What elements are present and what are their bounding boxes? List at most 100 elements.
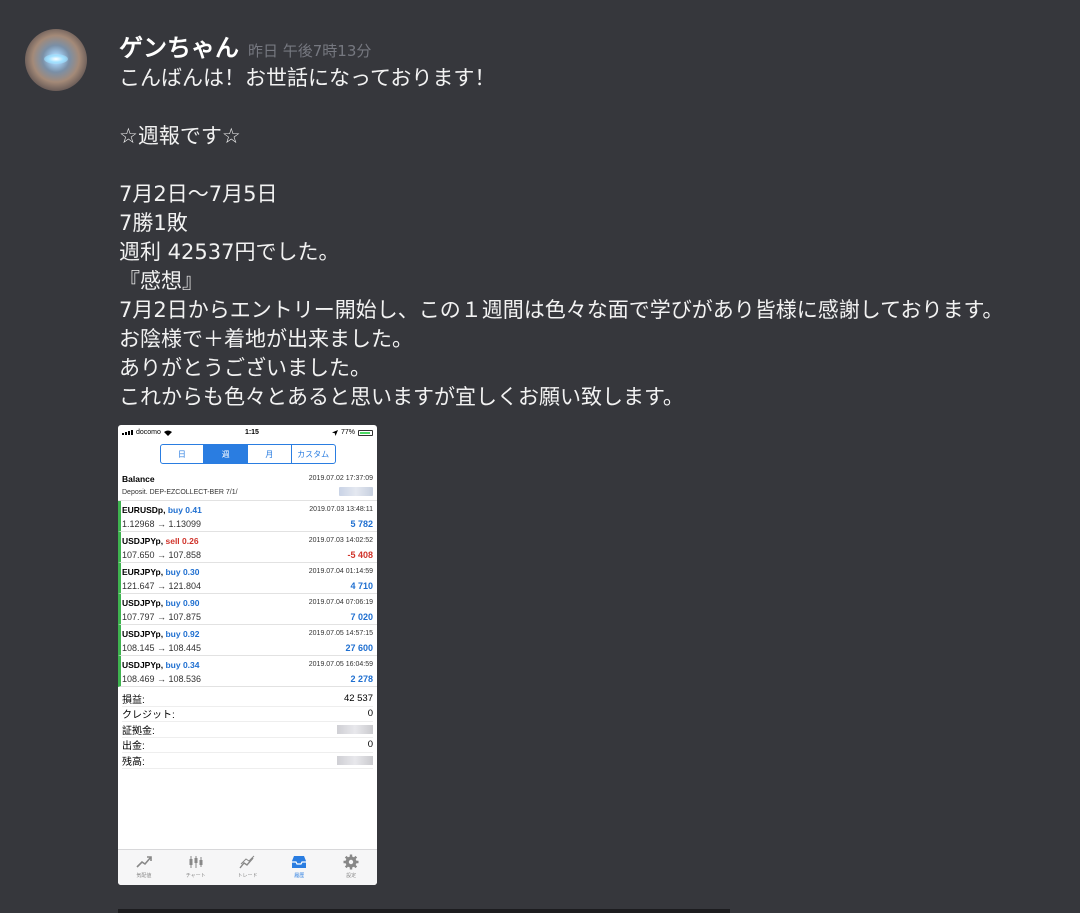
balance-row[interactable]: Balance Deposit. DEP-EZCOLLECT-BER 7/1/ … xyxy=(118,470,377,501)
trade-prices: 1.12968 → 1.13099 xyxy=(122,519,202,529)
trade-datetime: 2019.07.04 01:14:59 xyxy=(308,568,373,575)
trade-volume: buy 0.92 xyxy=(165,629,200,639)
trade-symbol: USDJPYp, xyxy=(122,598,164,608)
battery-icon xyxy=(358,429,373,436)
tab-chart-candles[interactable]: チャート xyxy=(170,850,222,885)
summary-label: 出金: xyxy=(122,741,145,753)
tab-label: 気配値 xyxy=(136,873,152,879)
tab-history-inbox[interactable]: 履歴 xyxy=(273,850,325,885)
trade-prices: 107.650 → 107.858 xyxy=(122,550,202,560)
username[interactable]: ゲンちゃん xyxy=(119,28,239,63)
trade-row[interactable]: USDJPYp, buy 0.92 108.145 → 108.445 2019.0… xyxy=(118,625,377,656)
summary-row: 証拠金: xyxy=(122,722,373,738)
trade-symbol: USDJPYp, xyxy=(122,629,164,639)
summary-row: 残高: xyxy=(122,753,373,769)
carrier-label: docomo xyxy=(136,429,161,436)
divider xyxy=(118,909,730,913)
balance-datetime: 2019.07.02 17:37:09 xyxy=(308,475,373,482)
tab-label: 履歴 xyxy=(294,873,305,879)
trade-row[interactable]: USDJPYp, sell 0.26 107.650 → 107.858 2019.… xyxy=(118,532,377,563)
message-header: ゲンちゃん 昨日 午後7時13分 xyxy=(119,28,371,63)
summary-label: 残高: xyxy=(122,756,145,768)
trade-row[interactable]: EURJPYp, buy 0.30 121.647 → 121.804 2019.0… xyxy=(118,563,377,594)
redacted-value xyxy=(337,724,373,734)
phone-status-bar: docomo 1:15 77% xyxy=(118,425,377,440)
clock-label: 1:15 xyxy=(244,429,259,436)
summary-label: 損益: xyxy=(122,694,145,706)
trade-row[interactable]: EURUSDp, buy 0.41 1.12968 → 1.13099 2019.0… xyxy=(118,501,377,532)
trade-prices: 107.797 → 107.875 xyxy=(122,612,202,622)
avatar-image xyxy=(44,54,68,64)
wifi-icon xyxy=(163,430,172,436)
message-line: 7月2日からエントリー開始し、この１週間は色々な面で学びがあり皆様に感謝しており… xyxy=(119,298,1004,322)
message-line: お陰様で＋着地が出来ました。 xyxy=(119,327,413,351)
trade-volume: buy 0.41 xyxy=(167,505,202,515)
trade-datetime: 2019.07.05 14:57:15 xyxy=(308,630,373,637)
tab-label: チャート xyxy=(185,873,206,879)
trade-prices: 121.647 → 121.804 xyxy=(122,581,202,591)
trade-profit: 27 600 xyxy=(345,643,373,653)
trade-volume: buy 0.90 xyxy=(165,598,200,608)
attached-screenshot[interactable]: docomo 1:15 77% 日週月カスタム Balance Deposit.… xyxy=(118,425,377,885)
message-line: ☆週報です☆ xyxy=(119,124,241,148)
tab-settings-gear[interactable]: 設定 xyxy=(325,850,377,885)
message-line: 『感想』 xyxy=(119,269,203,293)
bottom-tab-bar: 気配値 チャート トレード 履歴 設定 xyxy=(118,849,377,885)
trade-profit: 4 710 xyxy=(350,581,373,591)
user-avatar[interactable] xyxy=(25,29,87,91)
message-line: 7月2日〜7月5日 xyxy=(119,182,278,206)
segment-tab[interactable]: 週 xyxy=(204,445,248,463)
message-line: ありがとうございました。 xyxy=(119,356,371,380)
summary-value: 0 xyxy=(367,708,373,720)
message-body: こんばんは！お世話になっております！ ☆週報です☆ 7月2日〜7月5日 7勝1敗週利 … xyxy=(119,64,1079,412)
segment-tab[interactable]: カスタム xyxy=(292,445,335,463)
trade-datetime: 2019.07.05 16:04:59 xyxy=(308,661,373,668)
trade-prices: 108.145 → 108.445 xyxy=(122,643,202,653)
redacted-value xyxy=(337,755,373,765)
trade-profit: 2 278 xyxy=(350,674,373,684)
trade-icon xyxy=(238,854,256,870)
message-line: こんばんは！お世話になっております！ xyxy=(119,66,496,90)
message-line: これからも色々とあると思いますが宜しくお願い致します。 xyxy=(119,385,684,409)
summary-label: 証拠金: xyxy=(122,725,155,737)
location-icon xyxy=(331,429,338,436)
summary-section: 損益: 42 537 クレジット: 0 証拠金: 出金: 0 残高: xyxy=(118,687,377,769)
trade-row[interactable]: USDJPYp, buy 0.34 108.469 → 108.536 2019.0… xyxy=(118,656,377,687)
segment-tab[interactable]: 月 xyxy=(248,445,292,463)
message-line: 週利 42537円でした。 xyxy=(119,240,340,264)
summary-row: 損益: 42 537 xyxy=(122,691,373,707)
trade-profit: -5 408 xyxy=(347,550,373,560)
tab-quotes[interactable]: 気配値 xyxy=(118,850,170,885)
quotes-icon xyxy=(135,854,153,870)
trade-datetime: 2019.07.03 14:02:52 xyxy=(308,537,373,544)
trade-symbol: USDJPYp, xyxy=(122,660,164,670)
trade-datetime: 2019.07.04 07:06:19 xyxy=(308,599,373,606)
segment-tab[interactable]: 日 xyxy=(161,445,205,463)
trade-symbol: USDJPYp, xyxy=(122,536,164,546)
history-inbox-icon xyxy=(290,854,308,870)
history-list: Balance Deposit. DEP-EZCOLLECT-BER 7/1/ … xyxy=(118,470,377,687)
trade-profit: 5 782 xyxy=(350,519,373,529)
signal-icon xyxy=(122,430,133,435)
summary-value: 42 537 xyxy=(343,692,373,704)
trade-profit: 7 020 xyxy=(350,612,373,622)
balance-desc: Deposit. DEP-EZCOLLECT-BER 7/1/ xyxy=(122,489,238,496)
summary-row: 出金: 0 xyxy=(122,738,373,753)
message-line: 7勝1敗 xyxy=(119,211,188,235)
tab-label: トレード xyxy=(237,873,258,879)
trade-prices: 108.469 → 108.536 xyxy=(122,674,202,684)
message-timestamp: 昨日 午後7時13分 xyxy=(248,42,372,60)
trade-datetime: 2019.07.03 13:48:11 xyxy=(309,506,373,513)
trade-volume: sell 0.26 xyxy=(165,536,199,546)
trade-symbol: EURUSDp, xyxy=(122,505,166,515)
summary-label: クレジット: xyxy=(122,710,175,722)
chart-candles-icon xyxy=(187,854,205,870)
tab-trade[interactable]: トレード xyxy=(222,850,274,885)
redacted-amount xyxy=(339,487,373,496)
summary-row: クレジット: 0 xyxy=(122,707,373,722)
summary-value: 0 xyxy=(367,739,373,751)
tab-label: 設定 xyxy=(346,873,357,879)
trade-row[interactable]: USDJPYp, buy 0.90 107.797 → 107.875 2019.0… xyxy=(118,594,377,625)
